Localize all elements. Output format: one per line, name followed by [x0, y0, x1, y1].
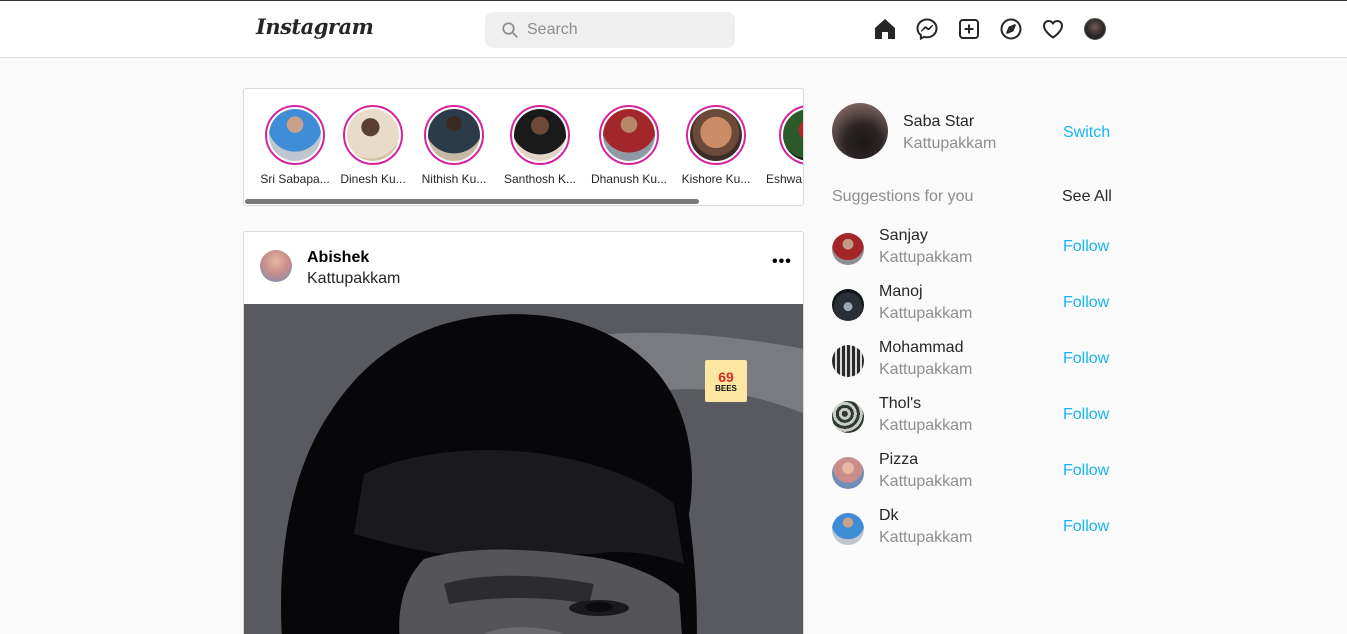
suggestion-name[interactable]: Dk — [879, 507, 899, 525]
suggestion-location: Kattupakkam — [879, 249, 973, 266]
story-item[interactable]: Dhanush Ku... — [589, 105, 669, 186]
suggestion-avatar[interactable] — [832, 457, 864, 489]
story-item[interactable]: Dinesh Ku... — [333, 105, 413, 186]
suggestion-avatar[interactable] — [832, 233, 864, 265]
suggestion-location: Kattupakkam — [879, 417, 973, 434]
current-user-name[interactable]: Saba Star — [903, 113, 974, 131]
story-name: Sri Sabapa... — [260, 172, 330, 186]
story-item[interactable]: Santhosh K... — [500, 105, 580, 186]
story-avatar — [428, 109, 480, 161]
current-user-avatar[interactable] — [832, 103, 888, 159]
story-name: Dhanush Ku... — [590, 172, 668, 186]
suggestion-location: Kattupakkam — [879, 529, 973, 546]
story-name: Kishore Ku... — [681, 172, 751, 186]
heart-icon[interactable] — [1040, 16, 1066, 42]
suggestion-avatar[interactable] — [832, 289, 864, 321]
home-icon[interactable] — [872, 16, 898, 42]
badge-text: BEES — [715, 383, 737, 393]
follow-button[interactable]: Follow — [1063, 350, 1109, 368]
search-bar[interactable] — [485, 12, 735, 48]
suggestion-item: Dk Kattupakkam Follow — [832, 507, 1112, 557]
top-nav: Instagram — [0, 0, 1347, 58]
story-ring — [599, 105, 659, 165]
story-item[interactable]: Kishore Ku... — [676, 105, 756, 186]
suggestion-name[interactable]: Sanjay — [879, 227, 928, 245]
instagram-logo[interactable]: Instagram — [256, 14, 374, 39]
stories-scrollbar[interactable] — [245, 199, 699, 204]
new-post-icon[interactable] — [956, 16, 982, 42]
current-user-location: Kattupakkam — [903, 135, 997, 152]
suggestion-item: Sanjay Kattupakkam Follow — [832, 227, 1112, 277]
suggestion-name[interactable]: Manoj — [879, 283, 923, 301]
profile-avatar-button[interactable] — [1082, 16, 1108, 42]
story-item[interactable]: Eshwa — [759, 105, 803, 186]
story-ring — [686, 105, 746, 165]
avatar — [1084, 18, 1106, 40]
story-name: Dinesh Ku... — [340, 172, 406, 186]
suggestion-avatar[interactable] — [832, 513, 864, 545]
suggestion-item: Pizza Kattupakkam Follow — [832, 451, 1112, 501]
badge-number: 69 — [718, 368, 734, 385]
suggestion-location: Kattupakkam — [879, 361, 973, 378]
story-name: Eshwa — [766, 172, 803, 186]
post-username[interactable]: Abishek — [307, 249, 369, 267]
suggestion-avatar[interactable] — [832, 345, 864, 377]
suggestion-name[interactable]: Thol's — [879, 395, 921, 413]
story-avatar — [603, 109, 655, 161]
story-item[interactable]: Nithish Ku... — [414, 105, 494, 186]
story-ring — [343, 105, 403, 165]
story-name: Nithish Ku... — [421, 172, 487, 186]
story-ring — [779, 105, 803, 165]
story-name: Santhosh K... — [503, 172, 577, 186]
search-icon — [502, 22, 518, 38]
messenger-icon[interactable] — [914, 16, 940, 42]
suggestion-location: Kattupakkam — [879, 473, 973, 490]
suggestion-name[interactable]: Mohammad — [879, 339, 963, 357]
suggestion-avatar[interactable] — [832, 401, 864, 433]
explore-icon[interactable] — [998, 16, 1024, 42]
nav-icons — [872, 16, 1124, 42]
brand-badge: 69 BEES — [705, 360, 747, 402]
suggestions-title: Suggestions for you — [832, 188, 974, 205]
stories-tray[interactable]: Sri Sabapa... Dinesh Ku... Nithish Ku...… — [243, 88, 804, 206]
post-location[interactable]: Kattupakkam — [307, 270, 400, 288]
post-image[interactable]: 69 BEES — [244, 304, 803, 634]
story-avatar — [783, 109, 803, 161]
suggestion-item: Mohammad Kattupakkam Follow — [832, 339, 1112, 389]
post-avatar[interactable] — [260, 250, 292, 282]
follow-button[interactable]: Follow — [1063, 294, 1109, 312]
follow-button[interactable]: Follow — [1063, 406, 1109, 424]
suggestion-location: Kattupakkam — [879, 305, 973, 322]
feed-post: Abishek Kattupakkam ••• 69 BEES — [243, 231, 804, 634]
follow-button[interactable]: Follow — [1063, 462, 1109, 480]
follow-button[interactable]: Follow — [1063, 238, 1109, 256]
story-avatar — [269, 109, 321, 161]
see-all-link[interactable]: See All — [1062, 188, 1112, 206]
follow-button[interactable]: Follow — [1063, 518, 1109, 536]
story-ring — [510, 105, 570, 165]
story-item[interactable]: Sri Sabapa... — [255, 105, 335, 186]
story-avatar — [690, 109, 742, 161]
story-avatar — [347, 109, 399, 161]
switch-account-button[interactable]: Switch — [1063, 124, 1110, 142]
suggestion-item: Manoj Kattupakkam Follow — [832, 283, 1112, 333]
story-ring — [424, 105, 484, 165]
story-ring — [265, 105, 325, 165]
post-photo — [244, 304, 803, 634]
suggestion-item: Thol's Kattupakkam Follow — [832, 395, 1112, 445]
more-options-icon[interactable]: ••• — [772, 254, 792, 270]
search-input[interactable] — [527, 21, 717, 39]
story-avatar — [514, 109, 566, 161]
suggestion-name[interactable]: Pizza — [879, 451, 918, 469]
